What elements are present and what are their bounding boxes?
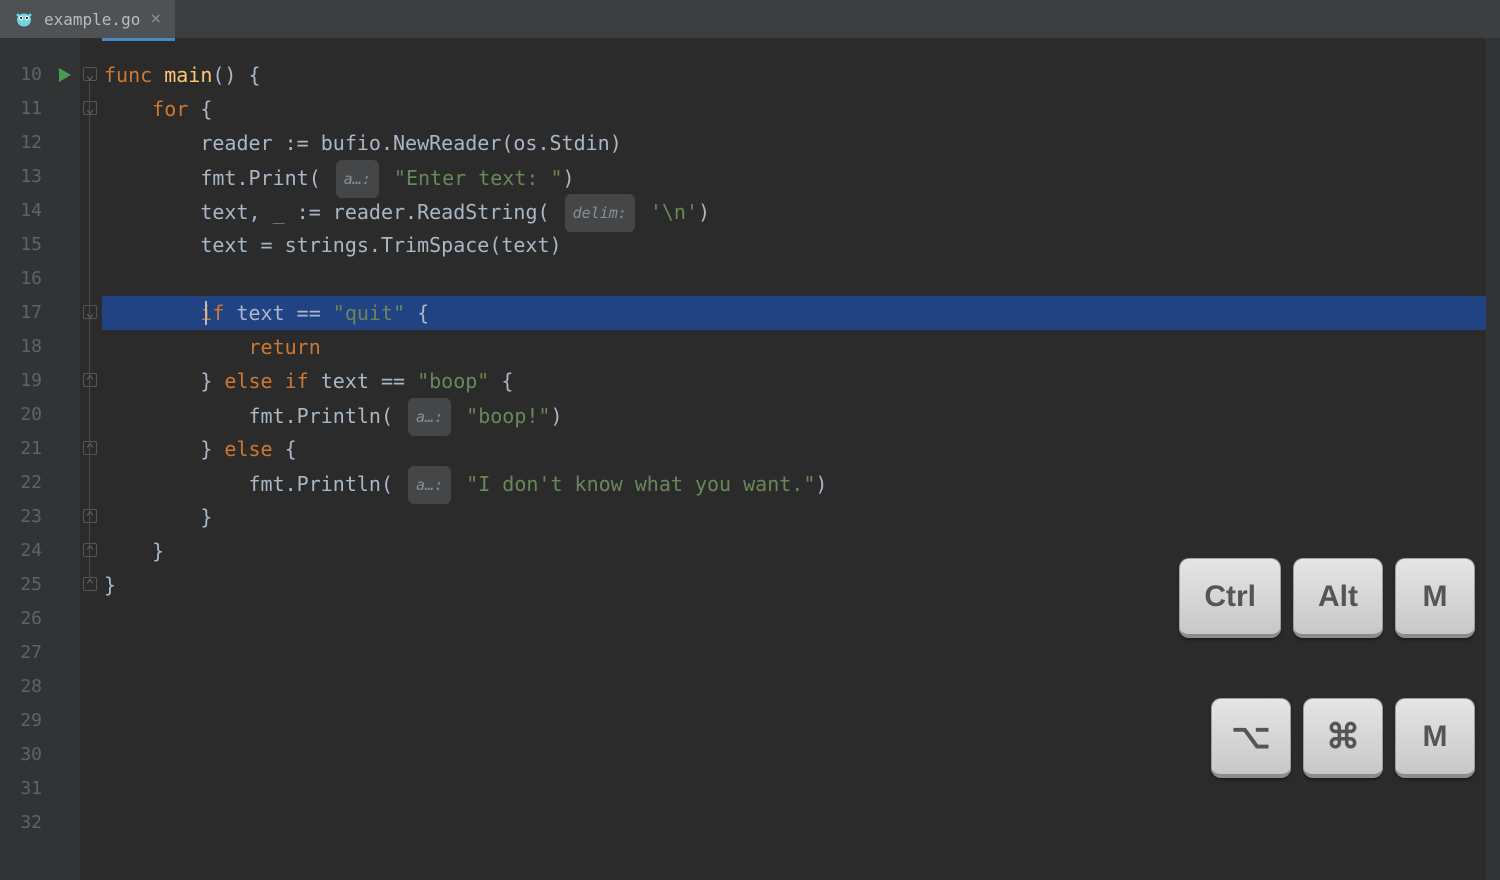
vertical-scrollbar[interactable] <box>1486 38 1500 880</box>
go-file-icon <box>14 9 34 29</box>
line-number: 12 <box>0 126 50 160</box>
line-number: 19 <box>0 364 50 398</box>
fold-guide <box>89 82 90 578</box>
code-line[interactable]: reader := bufio.NewReader(os.Stdin) <box>102 126 1500 160</box>
line-number: 11 <box>0 92 50 126</box>
fold-collapse-icon[interactable]: ⌃ <box>83 373 97 387</box>
code-line[interactable] <box>102 636 1500 670</box>
fold-collapse-icon[interactable]: ⌃ <box>83 441 97 455</box>
code-line[interactable]: for { <box>102 92 1500 126</box>
line-number: 10 <box>0 58 50 92</box>
line-number: 13 <box>0 160 50 194</box>
keycap-alt: Alt <box>1293 558 1383 638</box>
code-line[interactable]: return <box>102 330 1500 364</box>
line-number: 24 <box>0 534 50 568</box>
line-number: 30 <box>0 738 50 772</box>
run-icon[interactable] <box>57 64 73 88</box>
code-line[interactable]: if text == "quit" { <box>102 296 1500 330</box>
file-tab-label: example.go <box>44 10 140 29</box>
line-number: 32 <box>0 806 50 840</box>
tab-bar: example.go × <box>0 0 1500 38</box>
fold-collapse-icon[interactable]: ⌃ <box>83 509 97 523</box>
keycap-m-2: M <box>1395 698 1475 778</box>
fold-expand-icon[interactable]: ⌄ <box>83 101 97 115</box>
code-line[interactable]: } <box>102 500 1500 534</box>
line-number-gutter: 1011121314151617181920212223242526272829… <box>0 38 50 880</box>
code-line[interactable]: } else { <box>102 432 1500 466</box>
line-number: 27 <box>0 636 50 670</box>
line-number: 21 <box>0 432 50 466</box>
shortcut-overlay-row-1: Ctrl Alt M <box>1179 558 1475 638</box>
line-number: 28 <box>0 670 50 704</box>
code-line[interactable]: fmt.Println( a…: "I don't know what you … <box>102 466 1500 500</box>
code-line[interactable] <box>102 806 1500 840</box>
keycap-ctrl: Ctrl <box>1179 558 1281 638</box>
keycap-m: M <box>1395 558 1475 638</box>
keycap-command-icon: ⌘ <box>1303 698 1383 778</box>
line-number: 18 <box>0 330 50 364</box>
line-number: 14 <box>0 194 50 228</box>
code-line[interactable]: text, _ := reader.ReadString( delim: '\n… <box>102 194 1500 228</box>
editor-area: 1011121314151617181920212223242526272829… <box>0 38 1500 880</box>
inlay-hint: a…: <box>408 398 451 436</box>
line-number: 22 <box>0 466 50 500</box>
line-number: 25 <box>0 568 50 602</box>
file-tab-example-go[interactable]: example.go × <box>0 0 175 38</box>
line-number: 16 <box>0 262 50 296</box>
code-line[interactable] <box>102 262 1500 296</box>
code-line[interactable]: func main() { <box>102 58 1500 92</box>
inlay-hint: a…: <box>408 466 451 504</box>
code-line[interactable]: } else if text == "boop" { <box>102 364 1500 398</box>
line-number: 20 <box>0 398 50 432</box>
line-number: 29 <box>0 704 50 738</box>
fold-collapse-icon[interactable]: ⌃ <box>83 577 97 591</box>
fold-gutter: ⌄ ⌄ ⌄ ⌃ ⌃ ⌃ ⌃ ⌃ <box>80 38 102 880</box>
line-number: 15 <box>0 228 50 262</box>
code-line[interactable]: fmt.Print( a…: "Enter text: ") <box>102 160 1500 194</box>
code-line[interactable]: fmt.Println( a…: "boop!") <box>102 398 1500 432</box>
inlay-hint: a…: <box>336 160 379 198</box>
line-number: 23 <box>0 500 50 534</box>
keycap-option-icon: ⌥ <box>1211 698 1291 778</box>
line-number: 26 <box>0 602 50 636</box>
line-number: 17 <box>0 296 50 330</box>
close-icon[interactable]: × <box>150 10 161 28</box>
run-gutter <box>50 38 80 880</box>
inlay-hint: delim: <box>565 194 635 232</box>
fold-collapse-icon[interactable]: ⌃ <box>83 543 97 557</box>
fold-expand-icon[interactable]: ⌄ <box>83 67 97 81</box>
line-number: 31 <box>0 772 50 806</box>
fold-expand-icon[interactable]: ⌄ <box>83 305 97 319</box>
shortcut-overlay-row-2: ⌥ ⌘ M <box>1211 698 1475 778</box>
code-line[interactable]: text = strings.TrimSpace(text) <box>102 228 1500 262</box>
